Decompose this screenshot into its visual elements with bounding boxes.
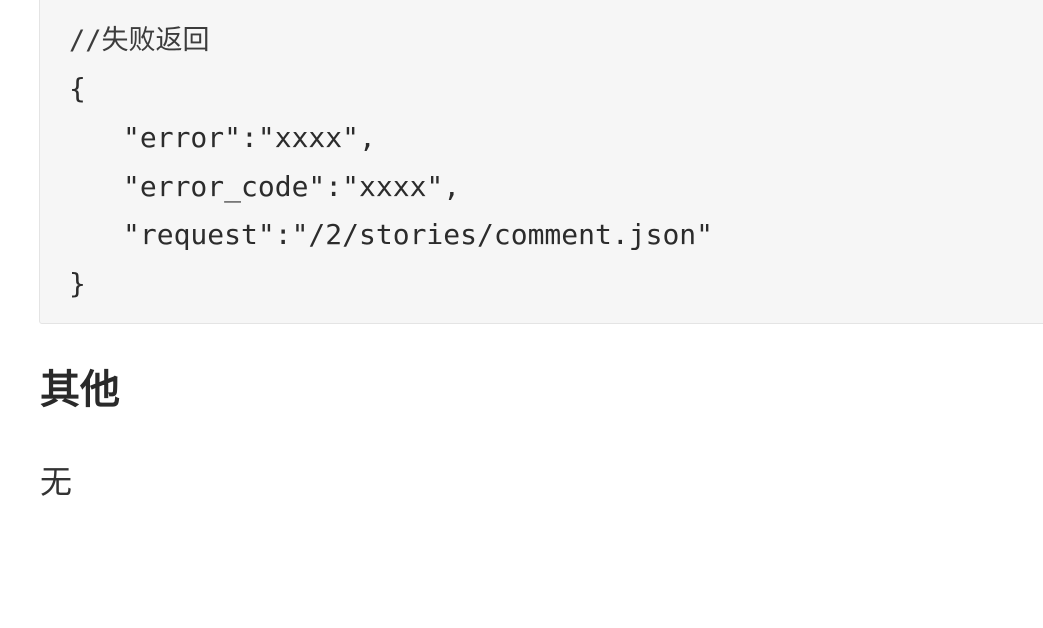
code-line-close-brace: } xyxy=(69,267,86,300)
code-text-error-code: "error_code":"xxxx", xyxy=(123,170,461,203)
code-text-request: "request":"/2/stories/comment.json" xyxy=(123,218,714,251)
code-block: //失败返回 { "error":"xxxx", "error_code":"x… xyxy=(39,0,1043,324)
code-line-request: "request":"/2/stories/comment.json" xyxy=(69,218,713,252)
code-line-error-code: "error_code":"xxxx", xyxy=(69,170,460,204)
code-text-error: "error":"xxxx", xyxy=(123,121,376,154)
section-body: 无 xyxy=(40,463,73,501)
code-comment: //失败返回 xyxy=(69,25,210,56)
code-line-error: "error":"xxxx", xyxy=(69,121,376,155)
section-heading: 其他 xyxy=(40,367,120,413)
code-line-open-brace: { xyxy=(69,72,86,105)
